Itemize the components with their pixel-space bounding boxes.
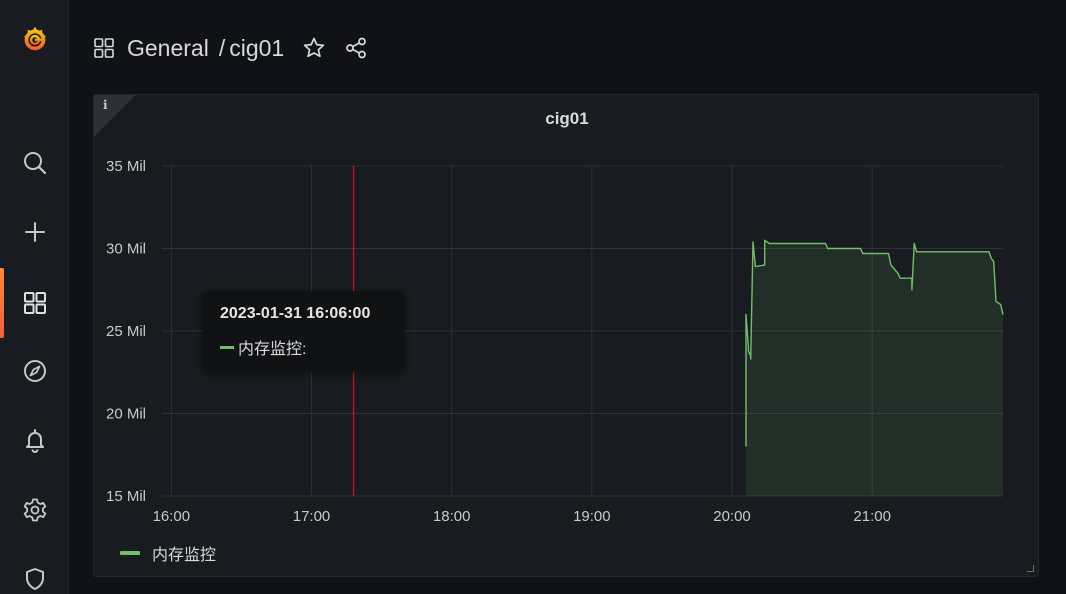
x-tick-label: 16:00 bbox=[153, 508, 191, 525]
y-tick-label: 35 Mil bbox=[106, 158, 146, 175]
panel-resize-handle[interactable] bbox=[1027, 565, 1034, 572]
tooltip-time: 2023-01-31 16:06:00 bbox=[220, 305, 371, 322]
hover-tooltip: 2023-01-31 16:06:00 内存监控: bbox=[203, 291, 404, 371]
series-area-fill bbox=[746, 240, 1003, 496]
legend-swatch[interactable] bbox=[120, 551, 140, 555]
x-tick-label: 19:00 bbox=[573, 508, 611, 525]
tooltip-series-label: 内存监控: bbox=[238, 341, 307, 358]
y-tick-label: 25 Mil bbox=[106, 323, 146, 340]
x-tick-label: 20:00 bbox=[713, 508, 751, 525]
x-tick-label: 17:00 bbox=[293, 508, 331, 525]
tooltip-series-row: 内存监控: bbox=[220, 335, 306, 359]
y-tick-label: 30 Mil bbox=[106, 241, 146, 258]
x-tick-label: 18:00 bbox=[433, 508, 471, 525]
time-series-chart[interactable]: 35 Mil 30 Mil 25 Mil 20 Mil 15 Mil 16:00 17:00… bbox=[0, 0, 1066, 594]
chart-legend[interactable]: 内存监控 bbox=[120, 541, 216, 565]
y-tick-label: 15 Mil bbox=[106, 488, 146, 505]
y-tick-label: 20 Mil bbox=[106, 406, 146, 423]
legend-label[interactable]: 内存监控 bbox=[152, 541, 216, 565]
tooltip-series-swatch bbox=[220, 345, 234, 349]
x-tick-label: 21:00 bbox=[853, 508, 891, 525]
